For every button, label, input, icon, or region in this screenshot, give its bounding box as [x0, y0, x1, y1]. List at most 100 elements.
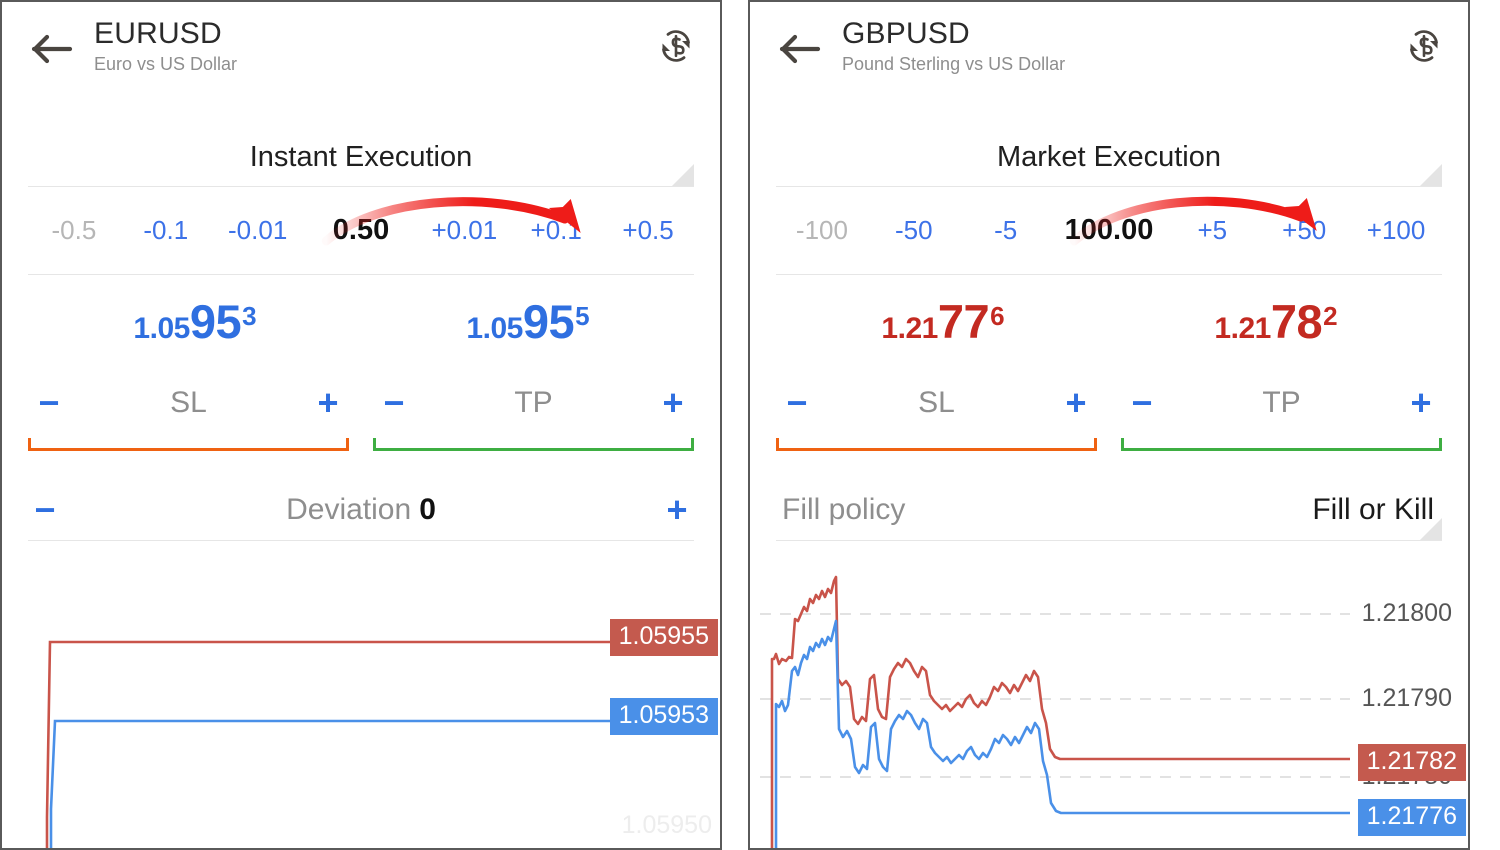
tp-underline: [373, 438, 694, 451]
volume-step-minus-small[interactable]: -5: [960, 215, 1052, 246]
bid-price[interactable]: 1.05953: [28, 298, 361, 345]
symbol-description: Pound Sterling vs US Dollar: [842, 55, 1448, 75]
tp-decrement-button[interactable]: −: [1125, 385, 1159, 421]
bid-price-pipette: 3: [242, 301, 256, 331]
bid-price-tag: 1.21776: [1358, 799, 1466, 836]
volume-step-plus-small[interactable]: +5: [1166, 215, 1258, 246]
deviation-decrement-button[interactable]: −: [28, 492, 62, 528]
take-profit-field[interactable]: − TP +: [1121, 367, 1442, 439]
page-title: GBPUSD: [842, 18, 1448, 50]
gridline-label-2: 1.21790: [1362, 684, 1452, 713]
ask-price-prefix: 1.05: [466, 312, 522, 345]
ask-price-tag: 1.05955: [610, 619, 718, 656]
order-panel-eurusd: EURUSD Euro vs US Dollar: [0, 0, 722, 850]
stop-loss-field[interactable]: − SL +: [28, 367, 349, 439]
bid-price-main: 95: [190, 295, 241, 348]
sl-decrement-button[interactable]: −: [780, 385, 814, 421]
dual-order-screens: EURUSD Euro vs US Dollar: [0, 0, 1500, 850]
sl-underline: [28, 438, 349, 451]
panel-header: EURUSD Euro vs US Dollar: [2, 2, 720, 107]
bid-line: [51, 721, 622, 850]
bid-price-pipette: 6: [990, 301, 1004, 331]
gridline-label-faded: 1.05950: [622, 811, 712, 840]
spinner-triangle-icon: [1420, 518, 1442, 540]
volume-step-minus-mid[interactable]: -0.1: [120, 215, 212, 246]
deviation-row[interactable]: − Deviation0 +: [28, 479, 694, 541]
volume-stepper-row[interactable]: -0.5 -0.1 -0.01 0.50 +0.01 +0.1 +0.5: [28, 187, 694, 275]
ask-price-main: 78: [1271, 295, 1322, 348]
symbol-block: GBPUSD Pound Sterling vs US Dollar: [842, 18, 1448, 74]
currency-swap-icon[interactable]: [1402, 24, 1446, 68]
bid-line: [776, 621, 1350, 850]
volume-step-plus-large[interactable]: +0.5: [602, 215, 694, 246]
page-title: EURUSD: [94, 18, 700, 50]
tp-label: TP: [1159, 386, 1404, 420]
volume-value[interactable]: 100.00: [1052, 214, 1167, 247]
bid-price-tag: 1.05953: [610, 698, 718, 735]
order-panel-gbpusd: GBPUSD Pound Sterling vs US Dollar: [748, 0, 1470, 850]
sl-underline: [776, 438, 1097, 451]
ask-price-pipette: 2: [1323, 301, 1337, 331]
volume-step-minus-small[interactable]: -0.01: [212, 215, 304, 246]
sl-increment-button[interactable]: +: [1059, 385, 1093, 421]
execution-type-select[interactable]: Instant Execution: [28, 129, 694, 187]
volume-step-minus-mid[interactable]: -50: [868, 215, 960, 246]
volume-step-plus-mid[interactable]: +50: [1258, 215, 1350, 246]
ask-price-prefix: 1.21: [1214, 312, 1270, 345]
volume-value[interactable]: 0.50: [304, 214, 419, 247]
ask-price-tag: 1.21782: [1358, 744, 1466, 781]
symbol-block: EURUSD Euro vs US Dollar: [94, 18, 700, 74]
volume-stepper-row[interactable]: -100 -50 -5 100.00 +5 +50 +100: [776, 187, 1442, 275]
volume-step-plus-small[interactable]: +0.01: [418, 215, 510, 246]
gridline-label-4: 1.21770: [1362, 844, 1452, 850]
tp-decrement-button[interactable]: −: [377, 385, 411, 421]
execution-type-select[interactable]: Market Execution: [776, 129, 1442, 187]
gridline-label-1: 1.21800: [1362, 599, 1452, 628]
tp-increment-button[interactable]: +: [1404, 385, 1438, 421]
tp-underline: [1121, 438, 1442, 451]
ask-price-pipette: 5: [575, 301, 589, 331]
sl-decrement-button[interactable]: −: [32, 385, 66, 421]
bid-price[interactable]: 1.21776: [776, 298, 1109, 345]
deviation-label-value: Deviation0: [62, 493, 660, 527]
quote-row: 1.21776 1.21782: [750, 275, 1468, 367]
ask-line: [47, 642, 622, 850]
tick-chart-gbpusd[interactable]: 1.21800 1.21790 1.21780 1.21770 1.21782 …: [750, 559, 1468, 850]
bid-price-prefix: 1.05: [133, 312, 189, 345]
currency-swap-icon[interactable]: [654, 24, 698, 68]
sl-label: SL: [66, 386, 311, 420]
tp-label: TP: [411, 386, 656, 420]
ask-line: [772, 577, 1350, 850]
bid-price-prefix: 1.21: [881, 312, 937, 345]
deviation-value: 0: [419, 493, 436, 526]
back-arrow-icon[interactable]: [30, 32, 74, 66]
bid-price-main: 77: [938, 295, 989, 348]
back-arrow-icon[interactable]: [778, 32, 822, 66]
volume-step-minus-large[interactable]: -0.5: [28, 215, 120, 246]
tp-increment-button[interactable]: +: [656, 385, 690, 421]
volume-step-minus-large[interactable]: -100: [776, 215, 868, 246]
sl-increment-button[interactable]: +: [311, 385, 345, 421]
volume-step-plus-large[interactable]: +100: [1350, 215, 1442, 246]
tick-chart-eurusd[interactable]: 1.05955 1.05953 1.05950: [2, 559, 720, 850]
spinner-triangle-icon: [672, 164, 694, 186]
fill-policy-row[interactable]: Fill policy Fill or Kill: [776, 479, 1442, 541]
symbol-description: Euro vs US Dollar: [94, 55, 700, 75]
volume-step-plus-mid[interactable]: +0.1: [510, 215, 602, 246]
fill-policy-label: Fill policy: [776, 493, 905, 527]
sl-label: SL: [814, 386, 1059, 420]
take-profit-field[interactable]: − TP +: [373, 367, 694, 439]
ask-price-main: 95: [523, 295, 574, 348]
panel-header: GBPUSD Pound Sterling vs US Dollar: [750, 2, 1468, 107]
deviation-label: Deviation: [286, 493, 411, 526]
quote-row: 1.05953 1.05955: [2, 275, 720, 367]
execution-type-label: Instant Execution: [250, 141, 472, 174]
deviation-increment-button[interactable]: +: [660, 492, 694, 528]
spinner-triangle-icon: [1420, 164, 1442, 186]
ask-price[interactable]: 1.05955: [361, 298, 694, 345]
stop-loss-field[interactable]: − SL +: [776, 367, 1097, 439]
ask-price[interactable]: 1.21782: [1109, 298, 1442, 345]
sl-tp-row: − SL + − TP +: [2, 367, 720, 439]
execution-type-label: Market Execution: [997, 141, 1221, 174]
sl-tp-row: − SL + − TP +: [750, 367, 1468, 439]
